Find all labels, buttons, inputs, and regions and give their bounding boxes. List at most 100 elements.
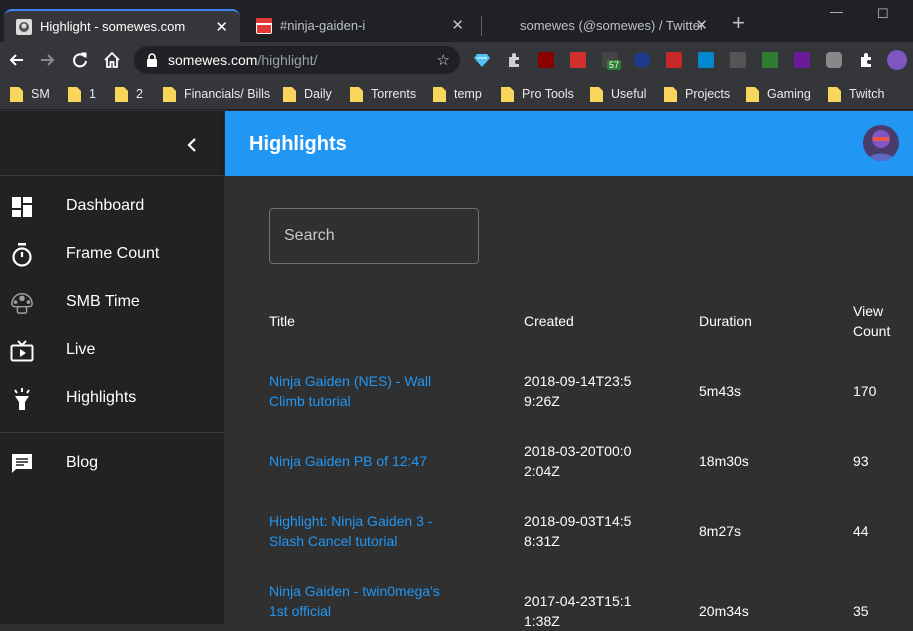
sidebar-item-frame-count[interactable]: Frame Count [0, 235, 224, 275]
tab-title: #ninja-gaiden-i [280, 18, 366, 33]
dashboard-icon [10, 195, 34, 219]
bookmark-folder[interactable]: Financials/ Bills [163, 85, 270, 103]
chevron-left-icon [187, 138, 196, 152]
lastpass-icon[interactable] [570, 52, 586, 68]
folder-icon [115, 86, 128, 102]
view-count-cell: 35 [853, 603, 869, 619]
bookmark-folder[interactable]: 1 [68, 85, 96, 103]
badge-extension-icon[interactable]: 57 [602, 52, 622, 70]
duration-cell: 20m34s [699, 603, 749, 619]
collapse-sidebar-button[interactable] [180, 133, 204, 157]
sidebar: Dashboard Frame Count SMB Time Live High… [0, 111, 224, 624]
sidebar-item-highlights[interactable]: Highlights [0, 379, 224, 419]
flashlight-icon [10, 387, 34, 411]
bookmark-star-icon[interactable]: ☆ [437, 51, 450, 69]
bookmarks-bar: SM 1 2 Financials/ Bills Daily Torrents … [0, 78, 913, 110]
column-header-view-count[interactable]: View Count [853, 301, 913, 341]
sidebar-item-dashboard[interactable]: Dashboard [0, 187, 224, 227]
puzzle-extension-icon[interactable] [506, 52, 522, 68]
maximize-icon[interactable]: ☐ [877, 6, 889, 22]
site-favicon-icon [16, 18, 32, 35]
highlight-title-link[interactable]: Highlight: Ninja Gaiden 3 - Slash Cancel… [269, 511, 459, 551]
tab-highlight[interactable]: Highlight - somewes.com ✕ [4, 9, 240, 42]
sidebar-item-label: SMB Time [66, 293, 140, 310]
gem-extension-icon[interactable] [474, 52, 490, 68]
home-icon[interactable] [100, 48, 124, 72]
sidebar-item-blog[interactable]: Blog [0, 444, 224, 484]
bookmark-folder[interactable]: SM [10, 85, 50, 103]
tab-strip: Highlight - somewes.com ✕ #ninja-gaiden-… [0, 0, 913, 42]
block-extension-icon[interactable] [634, 52, 650, 68]
folder-icon [350, 86, 363, 102]
image-extension-icon[interactable] [698, 52, 714, 68]
close-tab-icon[interactable]: ✕ [215, 18, 228, 36]
highlight-title-link[interactable]: Ninja Gaiden (NES) - Wall Climb tutorial [269, 371, 459, 411]
profile-avatar-icon[interactable] [887, 50, 907, 70]
page-title: Highlights [249, 133, 347, 155]
download-extension-icon[interactable] [794, 52, 810, 68]
sidebar-item-live[interactable]: Live [0, 331, 224, 371]
bookmark-folder[interactable]: Projects [664, 85, 730, 103]
search-input[interactable] [269, 208, 479, 264]
bookmark-folder[interactable]: Torrents [350, 85, 416, 103]
duration-cell: 18m30s [699, 453, 749, 469]
tab-twitter[interactable]: somewes (@somewes) / Twitter ✕ [484, 9, 720, 42]
app-bar: Highlights [225, 111, 913, 176]
browser-toolbar: somewes.com/highlight/ ☆ 57 [0, 42, 913, 78]
download-arrow-icon[interactable] [730, 52, 746, 68]
column-header-title[interactable]: Title [269, 311, 295, 331]
folder-icon [433, 86, 446, 102]
avatar[interactable] [863, 125, 899, 161]
tab-discord[interactable]: #ninja-gaiden-i ✕ [244, 9, 476, 42]
bookmark-folder[interactable]: Twitch [828, 85, 884, 103]
column-header-duration[interactable]: Duration [699, 311, 752, 331]
bookmark-folder[interactable]: Pro Tools [501, 85, 574, 103]
highlight-title-link[interactable]: Ninja Gaiden - twin0mega's 1st official [269, 581, 459, 621]
address-bar[interactable]: somewes.com/highlight/ ☆ [134, 46, 460, 74]
view-count-cell: 170 [853, 383, 877, 399]
folder-icon [163, 86, 176, 102]
tab-title: Highlight - somewes.com [40, 19, 186, 34]
sidebar-item-smb-time[interactable]: SMB Time [0, 283, 224, 323]
timer-icon [10, 243, 34, 267]
forward-icon[interactable] [36, 48, 60, 72]
bookmark-folder[interactable]: Gaming [746, 85, 811, 103]
folder-icon [283, 86, 296, 102]
extension-badge: 57 [607, 60, 622, 70]
column-header-created[interactable]: Created [524, 311, 574, 331]
sidebar-item-label: Dashboard [66, 197, 145, 214]
duration-cell: 8m27s [699, 523, 742, 539]
divider [0, 432, 224, 433]
folder-icon [664, 86, 677, 102]
camera-icon[interactable] [826, 52, 842, 68]
sidebar-item-label: Frame Count [66, 245, 160, 262]
created-cell: 2018-09-14T23:59:26Z [524, 373, 632, 409]
folder-icon [68, 86, 81, 102]
bookmark-folder[interactable]: Daily [283, 85, 332, 103]
bookmark-folder[interactable]: temp [433, 85, 482, 103]
close-tab-icon[interactable]: ✕ [451, 16, 464, 34]
created-cell: 2018-03-20T00:02:04Z [524, 443, 632, 479]
reload-icon[interactable] [68, 48, 92, 72]
live-tv-icon [10, 339, 34, 363]
lock-icon [147, 53, 157, 67]
calendar-favicon-icon [256, 17, 272, 34]
bookmark-folder[interactable]: Useful [590, 85, 646, 103]
extensions-menu-icon[interactable] [858, 52, 874, 68]
sidebar-item-label: Live [66, 341, 96, 358]
twitter-favicon-icon [496, 18, 512, 34]
minimize-icon[interactable]: — [830, 4, 843, 19]
highlight-title-link[interactable]: Ninja Gaiden PB of 12:47 [269, 451, 459, 471]
chat-icon [10, 452, 34, 476]
sidebar-item-label: Blog [66, 454, 99, 471]
print-extension-icon[interactable] [762, 52, 778, 68]
new-tab-icon[interactable]: + [732, 12, 745, 34]
url-text: somewes.com/highlight/ [168, 52, 318, 68]
close-tab-icon[interactable]: ✕ [695, 16, 708, 34]
bookmark-folder[interactable]: 2 [115, 85, 143, 103]
back-icon[interactable] [4, 48, 28, 72]
folder-icon [828, 86, 841, 102]
ublock-icon[interactable] [538, 52, 554, 68]
wand-extension-icon[interactable] [666, 52, 682, 68]
tab-title: somewes (@somewes) / Twitter [520, 18, 705, 33]
